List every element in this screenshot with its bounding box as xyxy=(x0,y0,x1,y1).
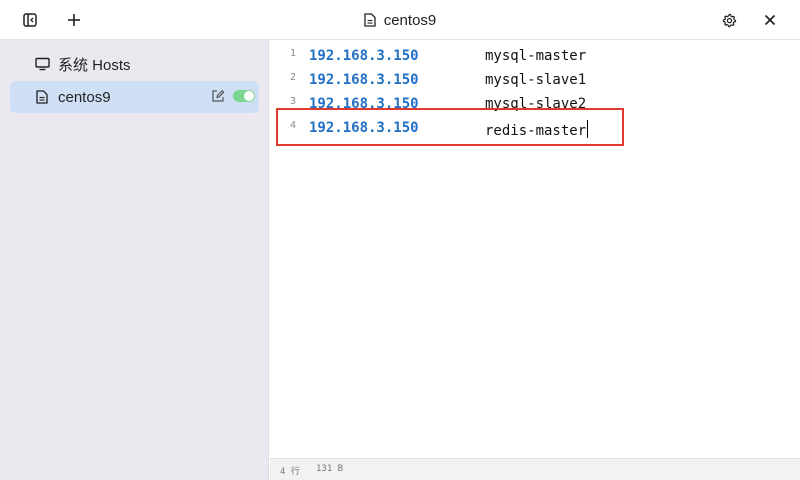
settings-button[interactable] xyxy=(717,8,741,32)
edit-icon[interactable] xyxy=(211,89,227,105)
hostname-text: redis-master xyxy=(485,123,587,139)
add-button[interactable] xyxy=(62,8,86,32)
sidebar-item-label: 系统 Hosts xyxy=(58,56,131,74)
hostname: mysql-master xyxy=(485,48,587,64)
ip-address: 192.168.3.150 xyxy=(309,96,419,112)
close-button[interactable] xyxy=(758,8,782,32)
ip-address: 192.168.3.150 xyxy=(309,48,419,64)
ip-address: 192.168.3.150 xyxy=(309,120,419,136)
editor-line: 3 192.168.3.150 mysql-slave2 xyxy=(270,92,800,116)
document-icon xyxy=(364,13,376,27)
sidebar-toggle-icon xyxy=(23,13,37,27)
toggle-sidebar-button[interactable] xyxy=(18,8,42,32)
window-title: centos9 xyxy=(364,11,437,29)
plus-icon xyxy=(68,14,80,26)
title-bar: centos9 xyxy=(0,0,800,40)
close-icon xyxy=(764,14,776,26)
line-number: 4 xyxy=(289,120,296,131)
sidebar: 系统 Hosts centos9 xyxy=(0,40,269,480)
enable-toggle[interactable] xyxy=(233,90,255,102)
text-cursor xyxy=(587,120,589,138)
editor-line: 1 192.168.3.150 mysql-master xyxy=(270,44,800,68)
hostname: mysql-slave1 xyxy=(485,72,587,88)
hosts-editor[interactable]: 1 192.168.3.150 mysql-master 2 192.168.3… xyxy=(270,40,800,458)
editor-line: 4 192.168.3.150 redis-master xyxy=(270,116,800,140)
line-count: 4 行 xyxy=(280,467,300,477)
line-number: 2 xyxy=(289,72,296,83)
sidebar-item-centos9[interactable]: centos9 xyxy=(10,81,259,113)
hostname: redis-master xyxy=(485,120,589,139)
ip-address: 192.168.3.150 xyxy=(309,72,419,88)
gear-icon xyxy=(722,13,736,27)
status-bar: 4 行 131 B xyxy=(270,458,800,480)
sidebar-item-label: centos9 xyxy=(58,88,111,106)
line-number: 1 xyxy=(289,48,296,59)
hostname: mysql-slave2 xyxy=(485,96,587,112)
document-icon xyxy=(34,89,50,105)
window-title-text: centos9 xyxy=(383,11,437,29)
toggle-knob xyxy=(244,91,254,101)
monitor-icon xyxy=(34,56,50,72)
line-number: 3 xyxy=(289,96,296,107)
file-size: 131 B xyxy=(316,464,344,474)
sidebar-item-system-hosts[interactable]: 系统 Hosts xyxy=(10,48,259,80)
editor-line: 2 192.168.3.150 mysql-slave1 xyxy=(270,68,800,92)
